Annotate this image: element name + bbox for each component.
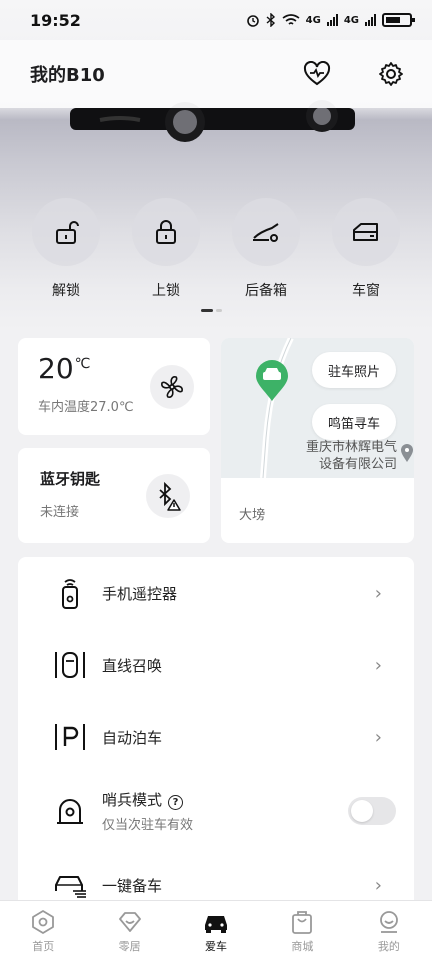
- battery-icon: [382, 13, 415, 27]
- tab-my-car[interactable]: 爱车: [173, 901, 259, 960]
- location-name: 大塝: [239, 508, 266, 523]
- net-label-1: 4G: [305, 14, 321, 26]
- tab-profile[interactable]: 我的: [346, 901, 432, 960]
- map-card[interactable]: 驻车照片 鸣笛寻车 重庆市林辉电气 设备有限公司 大塝: [221, 338, 414, 543]
- bluetooth-key-card[interactable]: 蓝牙钥匙 未连接: [18, 448, 210, 543]
- chevron-right-icon: ›: [374, 874, 382, 896]
- unlock-icon[interactable]: [32, 198, 100, 266]
- honk-find-car-button[interactable]: 鸣笛寻车: [311, 404, 396, 440]
- lock-icon[interactable]: [132, 198, 200, 266]
- car-icon: [205, 916, 228, 933]
- list-item-car-prep[interactable]: 一键备车 ›: [18, 849, 414, 902]
- sentry-icon: [44, 796, 96, 826]
- heart-pulse-icon[interactable]: [300, 57, 334, 91]
- tab-community[interactable]: 零居: [86, 901, 172, 960]
- alarm-icon: [246, 15, 259, 27]
- list-item-sentry[interactable]: 哨兵模式? 仅当次驻车有效: [18, 773, 414, 849]
- vehicle-hero: 19:52 4G 4G 我的B10 解锁 上锁 后备箱 车窗: [0, 0, 432, 330]
- profile-icon: [379, 911, 398, 933]
- page-title: 我的B10: [30, 65, 105, 86]
- chevron-right-icon: ›: [374, 726, 382, 748]
- control-unlock[interactable]: 解锁: [26, 198, 106, 300]
- map-poi-label: 重庆市林辉电气 设备有限公司: [305, 440, 397, 472]
- tab-label: 我的: [377, 940, 400, 953]
- control-lock[interactable]: 上锁: [126, 198, 206, 300]
- list-item-label: 手机遥控器: [102, 584, 178, 603]
- feature-list: 手机遥控器 › 直线召唤 › 自动泊车 › 哨兵模式? 仅当次驻车有效 一键备车…: [18, 557, 414, 902]
- signal-2-icon: [365, 14, 376, 26]
- climate-card[interactable]: 20℃ 车内温度27.0℃: [18, 338, 210, 435]
- bluetooth-icon[interactable]: [146, 474, 190, 518]
- gear-icon[interactable]: [374, 57, 408, 91]
- net-label-2: 4G: [343, 14, 359, 26]
- control-label: 车窗: [352, 283, 380, 299]
- parking-icon: [44, 722, 96, 752]
- tab-home[interactable]: 首页: [0, 901, 86, 960]
- chevron-right-icon: ›: [374, 582, 382, 604]
- control-window[interactable]: 车窗: [326, 198, 406, 300]
- control-trunk[interactable]: 后备箱: [226, 198, 306, 300]
- sentry-subtitle: 仅当次驻车有效: [102, 818, 194, 833]
- fan-icon[interactable]: [150, 365, 194, 409]
- control-label: 上锁: [152, 283, 180, 299]
- bluetooth-key-status: 未连接: [40, 505, 80, 520]
- tab-shop[interactable]: 商城: [259, 901, 345, 960]
- tab-label: 商城: [291, 940, 314, 953]
- sentry-toggle[interactable]: [348, 797, 396, 825]
- bottom-tab-bar: 首页 零居 爱车 商城 我的: [0, 900, 432, 960]
- help-icon[interactable]: ?: [168, 795, 184, 810]
- signal-1-icon: [326, 14, 338, 26]
- home-icon: [32, 910, 55, 934]
- tab-label: 零居: [118, 940, 141, 953]
- app-header: 我的B10: [0, 40, 432, 108]
- bluetooth-status-icon: [266, 13, 275, 27]
- page-dot-active: [201, 309, 213, 312]
- status-icons: 4G 4G: [246, 13, 415, 27]
- shopping-bag-icon: [292, 911, 313, 934]
- sentry-text: 哨兵模式? 仅当次驻车有效: [102, 789, 348, 833]
- sentry-title: 哨兵模式?: [102, 789, 348, 810]
- window-icon[interactable]: [332, 198, 400, 266]
- trunk-icon[interactable]: [232, 198, 300, 266]
- summon-icon: [44, 650, 96, 680]
- list-item-auto-park[interactable]: 自动泊车 ›: [18, 701, 414, 773]
- temperature-value: 20℃: [38, 352, 91, 385]
- inside-temperature: 车内温度27.0℃: [38, 400, 134, 415]
- heart-home-icon: [118, 912, 141, 932]
- list-item-summon[interactable]: 直线召唤 ›: [18, 629, 414, 701]
- car-location-pin-icon[interactable]: [254, 358, 290, 402]
- car-prep-icon: [44, 871, 96, 899]
- wifi-icon: [282, 14, 300, 25]
- parking-photo-button[interactable]: 驻车照片: [311, 352, 396, 388]
- tab-label: 首页: [32, 940, 55, 953]
- chevron-right-icon: ›: [374, 654, 382, 676]
- page-dot: [216, 309, 222, 312]
- page-indicator: [201, 309, 222, 312]
- list-item-remote[interactable]: 手机遥控器 ›: [18, 557, 414, 629]
- status-bar: 19:52 4G 4G: [0, 0, 432, 40]
- list-item-label: 一键备车: [102, 876, 163, 895]
- quick-controls: 解锁 上锁 后备箱 车窗: [0, 198, 432, 300]
- poi-pin-icon: [401, 444, 413, 462]
- bluetooth-key-title: 蓝牙钥匙: [40, 470, 101, 488]
- tab-label: 爱车: [205, 940, 228, 953]
- list-item-label: 自动泊车: [102, 728, 163, 747]
- clock: 19:52: [30, 10, 81, 30]
- control-label: 后备箱: [245, 283, 287, 299]
- remote-icon: [44, 576, 96, 610]
- list-item-label: 直线召唤: [102, 656, 163, 675]
- map-view[interactable]: 驻车照片 鸣笛寻车 重庆市林辉电气 设备有限公司: [221, 338, 414, 478]
- control-label: 解锁: [52, 283, 80, 299]
